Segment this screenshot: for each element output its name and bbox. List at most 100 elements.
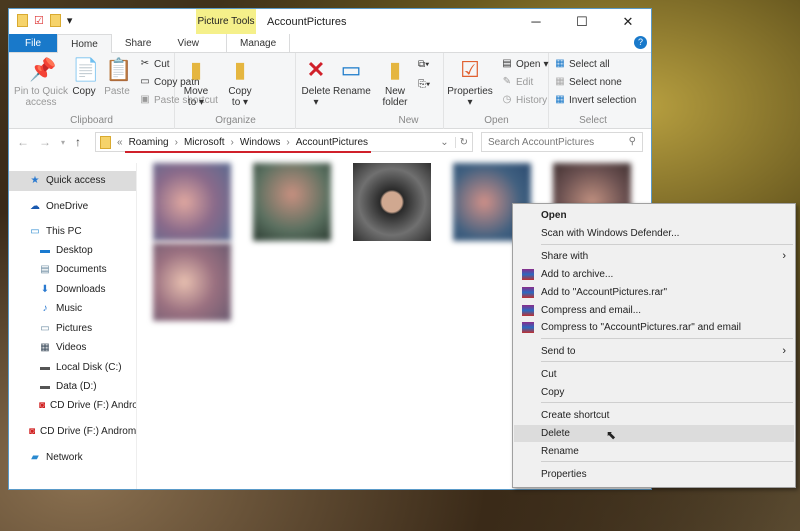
menu-item[interactable]: Add to archive...	[514, 266, 794, 283]
new-folder-button[interactable]: ▮ New folder	[378, 57, 412, 108]
refresh-icon[interactable]: ↻	[454, 136, 472, 148]
select-all-button[interactable]: ▦ Select all	[554, 58, 609, 70]
search-input[interactable]: Search AccountPictures ⚲	[481, 132, 643, 152]
file-thumbnail[interactable]	[153, 243, 231, 321]
menu-item[interactable]: Share with ›	[514, 248, 794, 265]
tab-view[interactable]: View	[165, 34, 213, 52]
select-none-icon: ▦	[555, 76, 565, 87]
menu-item[interactable]: Scan with Windows Defender...	[514, 225, 794, 242]
delete-button[interactable]: ✕ Delete ▾	[298, 57, 334, 108]
crumb-accountpictures[interactable]: AccountPictures	[296, 137, 368, 148]
sidebar-item[interactable]: ▭ Pictures	[9, 319, 136, 339]
rename-button[interactable]: ▭ Rename	[333, 57, 371, 97]
recent-dropdown[interactable]: ▾	[61, 135, 65, 149]
crumb-roaming[interactable]: Roaming	[129, 137, 169, 148]
folder-icon	[100, 135, 111, 149]
copy-icon: 📄	[72, 57, 100, 82]
address-bar[interactable]: « Roaming › Microsoft › Windows › AccountPi…	[95, 132, 473, 152]
tab-home[interactable]: Home	[57, 34, 112, 54]
edit-button[interactable]: ✎ Edit	[501, 76, 533, 88]
menu-item-label: Rename	[541, 446, 579, 457]
sidebar-item-label: Downloads	[56, 284, 106, 296]
menu-item[interactable]: Send to ›	[514, 343, 794, 360]
tab-file[interactable]: File	[9, 34, 58, 52]
menu-item[interactable]: Rename	[514, 443, 794, 460]
back-button[interactable]: ←	[17, 135, 29, 149]
forward-button[interactable]: →	[39, 135, 51, 149]
star-icon: ★	[30, 175, 40, 187]
properties-icon[interactable]: ☑	[34, 14, 44, 27]
maximize-button[interactable]: ☐	[559, 9, 605, 34]
new-label: New	[398, 115, 419, 126]
paste-icon: 📋	[105, 57, 133, 82]
menu-item[interactable]: Compress and email...	[514, 302, 794, 319]
sidebar-item[interactable]: ◙ CD Drive (F:) Andro	[9, 396, 136, 416]
menu-item[interactable]: Cut	[514, 366, 794, 383]
customize-toolbar-icon[interactable]: ▾	[67, 14, 73, 27]
sidebar-item[interactable]: ☁ OneDrive	[9, 197, 136, 217]
select-group: ▦ Select all ▦ Select none ▦ Invert selecti…	[550, 53, 636, 129]
context-menu: Open Scan with Windows Defender... Share w…	[512, 203, 796, 488]
menu-item[interactable]: Create shortcut	[514, 407, 794, 424]
chevron-right-icon: ›	[782, 345, 786, 357]
file-thumbnail[interactable]	[153, 163, 231, 241]
pictures-icon: ▭	[40, 323, 50, 335]
tab-manage[interactable]: Manage	[226, 34, 291, 52]
new-item-icon[interactable]: ⧉▾	[418, 59, 429, 70]
invert-selection-button[interactable]: ▦ Invert selection	[554, 94, 636, 106]
open-button[interactable]: ▤ Open ▾	[501, 58, 548, 70]
menu-item[interactable]: Add to "AccountPictures.rar"	[514, 284, 794, 301]
cd-drive-icon: ◙	[39, 400, 46, 412]
up-button[interactable]: ↑	[75, 135, 81, 149]
file-thumbnail[interactable]	[353, 163, 431, 241]
select-none-button[interactable]: ▦ Select none	[554, 76, 622, 88]
help-icon[interactable]: ?	[634, 36, 647, 49]
sidebar-item-label: Videos	[56, 342, 87, 354]
sidebar-item[interactable]: ◙ CD Drive (F:) Androm	[9, 422, 136, 442]
select-label: Select	[579, 115, 607, 126]
sidebar-item[interactable]: ▭ This PC	[9, 222, 136, 242]
history-icon: ◷	[502, 94, 512, 105]
cut-button[interactable]: ✂ Cut	[139, 58, 170, 70]
menu-item[interactable]: Delete ⬉	[514, 425, 794, 442]
sidebar-item[interactable]: ▤ Documents	[9, 260, 136, 280]
close-button[interactable]: ✕	[605, 9, 651, 34]
organize-label: Organize	[215, 115, 256, 126]
file-thumbnail[interactable]	[253, 163, 331, 241]
crumb-windows[interactable]: Windows	[240, 137, 281, 148]
address-dropdown-icon[interactable]: ⌄	[440, 137, 448, 148]
sidebar-item[interactable]: ▬ Local Disk (C:)	[9, 358, 136, 378]
easy-access-icon[interactable]: ⎘▾	[418, 79, 430, 90]
window-title: AccountPictures	[267, 16, 347, 28]
sidebar-item[interactable]: ▬ Data (D:)	[9, 377, 136, 397]
sidebar-item[interactable]: ★ Quick access	[9, 171, 136, 191]
winrar-icon	[522, 269, 534, 280]
sidebar-item[interactable]: ▦ Videos	[9, 338, 136, 358]
crumb-microsoft[interactable]: Microsoft	[184, 137, 225, 148]
menu-item[interactable]: Compress to "AccountPictures.rar" and em…	[514, 319, 794, 336]
sidebar-item[interactable]: ♪ Music	[9, 299, 136, 319]
copy-button[interactable]: 📄 Copy	[71, 57, 100, 97]
rename-icon: ▭	[340, 57, 362, 82]
copy-to-button[interactable]: ▮ Copy to ▾	[225, 57, 255, 108]
sidebar-item[interactable]: ▰ Network	[9, 448, 136, 468]
new-group: ▮ New folder ⧉▾ ⎘▾ New	[374, 53, 444, 129]
document-icon: ▤	[40, 264, 50, 276]
quick-access-toolbar: ☑ ▾	[17, 14, 72, 27]
move-to-button[interactable]: ▮ Move to ▾	[181, 57, 211, 108]
menu-item[interactable]: Properties	[514, 466, 794, 483]
menu-item[interactable]: Open	[514, 207, 794, 224]
sidebar-item[interactable]: ▬ Desktop	[9, 241, 136, 261]
new-folder-icon[interactable]	[49, 14, 61, 27]
ribbon: 📌 Pin to Quick access 📄 Copy 📋 Paste ✂ Cut ▭…	[9, 53, 651, 129]
minimize-button[interactable]: ─	[513, 9, 559, 34]
pin-button[interactable]: 📌 Pin to Quick access	[13, 57, 69, 108]
sidebar-item[interactable]: ⬇ Downloads	[9, 280, 136, 300]
network-icon: ▰	[31, 452, 39, 464]
paste-button[interactable]: 📋 Paste	[103, 57, 133, 97]
invert-selection-icon: ▦	[555, 94, 565, 105]
tab-share[interactable]: Share	[112, 34, 165, 52]
properties-button[interactable]: ☑ Properties ▾	[447, 57, 493, 108]
history-button[interactable]: ◷ History	[501, 94, 548, 106]
menu-item[interactable]: Copy	[514, 384, 794, 401]
